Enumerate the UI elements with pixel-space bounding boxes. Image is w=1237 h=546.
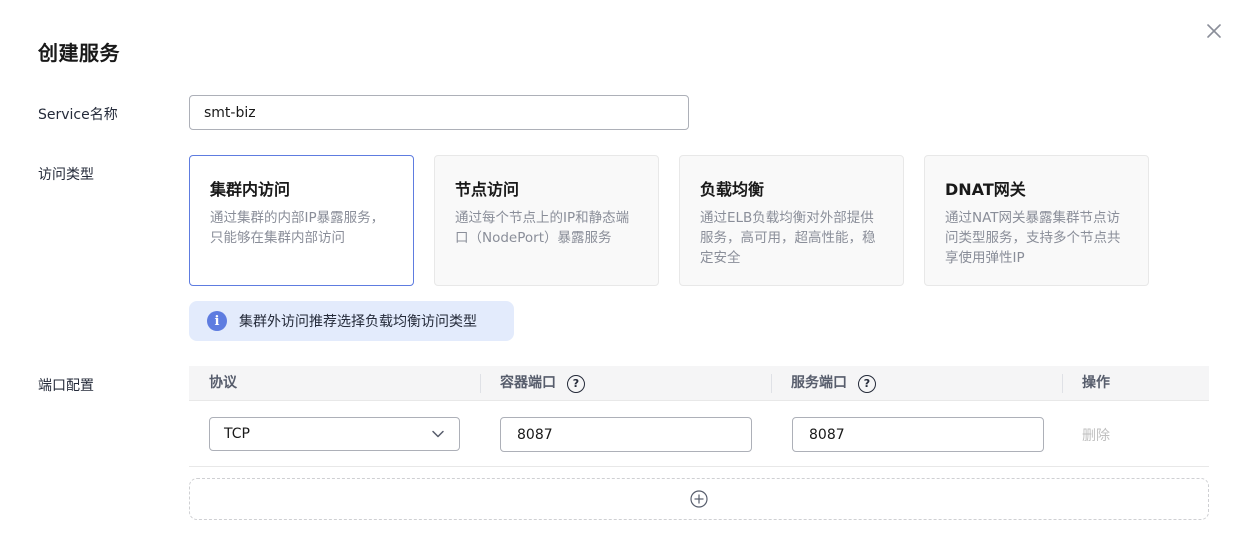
port-table-header: 协议 容器端口 ? 服务端口 ? 操作 (189, 366, 1209, 401)
card-description: 通过集群的内部IP暴露服务，只能够在集群内部访问 (210, 210, 385, 246)
port-config-label: 端口配置 (38, 378, 94, 394)
service-name-input[interactable] (189, 95, 689, 130)
card-description: 通过ELB负载均衡对外部提供服务，高可用，超高性能，稳定安全 (700, 210, 876, 266)
service-port-input[interactable] (792, 417, 1044, 452)
add-circle-icon (690, 490, 708, 508)
card-description: 通过每个节点上的IP和静态端口（NodePort）暴露服务 (455, 210, 630, 246)
dialog-title: 创建服务 (38, 41, 120, 65)
protocol-select-value: TCP (224, 426, 250, 442)
info-icon: i (207, 311, 227, 331)
chevron-down-icon (432, 430, 444, 438)
create-service-dialog: 创建服务 Service名称 访问类型 集群内访问 通过集群的内部IP暴露服务，… (0, 0, 1237, 546)
access-type-card-cluster-ip[interactable]: 集群内访问 通过集群的内部IP暴露服务，只能够在集群内部访问 (189, 155, 414, 286)
add-port-button[interactable] (189, 478, 1209, 520)
card-title: DNAT网关 (945, 180, 1026, 199)
help-circle-icon[interactable]: ? (567, 374, 585, 393)
column-header-protocol: 协议 (209, 375, 237, 391)
port-row: TCP 删除 (189, 401, 1209, 467)
access-type-tip: i 集群外访问推荐选择负载均衡访问类型 (189, 301, 514, 341)
port-table: 协议 容器端口 ? 服务端口 ? 操作 TCP 8087 8087 删除 (189, 366, 1209, 467)
column-header-container-port: 容器端口 ? (500, 366, 585, 401)
close-icon (1207, 24, 1221, 38)
access-type-card-dnat[interactable]: DNAT网关 通过NAT网关暴露集群节点访问类型服务，支持多个节点共享使用弹性I… (924, 155, 1149, 286)
close-button[interactable] (1201, 18, 1227, 44)
delete-port-button[interactable]: 删除 (1082, 425, 1110, 445)
help-circle-icon[interactable]: ? (858, 374, 876, 393)
service-name-label: Service名称 (38, 107, 118, 123)
protocol-select[interactable]: TCP (209, 417, 460, 451)
access-type-label: 访问类型 (38, 167, 94, 183)
access-type-card-nodeport[interactable]: 节点访问 通过每个节点上的IP和静态端口（NodePort）暴露服务 (434, 155, 659, 286)
card-title: 集群内访问 (210, 180, 291, 199)
container-port-input[interactable] (500, 417, 752, 452)
tip-text: 集群外访问推荐选择负载均衡访问类型 (239, 314, 477, 330)
column-divider (771, 374, 772, 393)
access-type-card-loadbalancer[interactable]: 负载均衡 通过ELB负载均衡对外部提供服务，高可用，超高性能，稳定安全 (679, 155, 904, 286)
column-divider (480, 374, 481, 393)
column-header-operation: 操作 (1082, 375, 1110, 391)
card-title: 节点访问 (455, 180, 520, 199)
column-divider (1062, 374, 1063, 393)
column-header-service-port: 服务端口 ? (791, 366, 876, 401)
card-title: 负载均衡 (700, 180, 765, 199)
card-description: 通过NAT网关暴露集群节点访问类型服务，支持多个节点共享使用弹性IP (945, 210, 1121, 266)
